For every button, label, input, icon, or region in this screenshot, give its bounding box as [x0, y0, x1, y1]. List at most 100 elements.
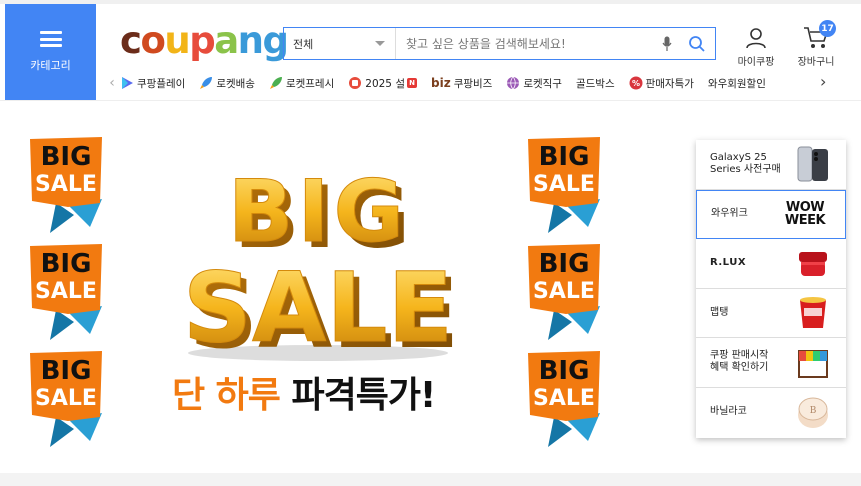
big-sale-badge-art: BIGSALE — [30, 351, 102, 447]
logo-letter: p — [189, 19, 216, 62]
nav-item-coupang-biz[interactable]: biz 쿠팡비즈 — [431, 76, 492, 91]
nav-item-2025-seol[interactable]: 2025 설 N — [348, 76, 417, 91]
badge-sale-text: SALE — [533, 386, 595, 411]
quick-nav: ‹ 쿠팡플레이 로켓배송 로켓프레시 2025 설 N biz 쿠팡비즈 로켓직… — [104, 72, 840, 94]
search-icon[interactable] — [685, 32, 709, 56]
big-sale-badge: BIG SALE — [28, 137, 104, 233]
side-item-wow-week[interactable]: 와우위크 WOW WEEK — [696, 189, 846, 239]
badge-big-text: BIG — [539, 249, 590, 279]
store-thumb — [794, 343, 832, 381]
badge-sale-text: SALE — [35, 386, 97, 411]
play-icon — [120, 76, 134, 90]
biz-icon: biz — [431, 76, 451, 90]
big-sale-badge: BIG SALE — [526, 244, 602, 340]
badge-big-text: BIG — [41, 249, 92, 279]
headline-black: 파격특가! — [291, 375, 436, 416]
logo-letter: c — [120, 19, 142, 62]
nav-item-label: 골드박스 — [575, 77, 615, 90]
banner-headline: 단 하루 파격특가! — [172, 366, 436, 418]
side-item-label: 쿠팡 판매시작 혜택 확인하기 — [710, 349, 769, 374]
logo-letter: a — [214, 19, 239, 62]
logo-letter: u — [164, 19, 190, 62]
headline-orange: 단 하루 — [172, 375, 281, 416]
percent-icon: % — [629, 76, 643, 90]
category-label: 카테고리 — [30, 59, 71, 72]
side-item-banila-co[interactable]: 바닐라코 B — [696, 388, 846, 438]
nav-item-label: 로켓배송 — [216, 77, 255, 90]
side-item-maptang[interactable]: 맵탱 — [696, 289, 846, 338]
side-item-label: 맵탱 — [710, 306, 729, 318]
nav-item-rocket-delivery[interactable]: 로켓배송 — [199, 76, 255, 91]
my-coupang-link[interactable]: 마이쿠팡 — [733, 26, 779, 68]
cushion-compact-thumb: B — [794, 393, 832, 431]
nav-item-rocket-fresh[interactable]: 로켓프레시 — [269, 76, 334, 91]
big-sale-badge: BIG SALE — [28, 351, 104, 447]
big-sale-badge-art: BIGSALE — [528, 244, 600, 340]
side-item-label: R.LUX — [710, 257, 747, 268]
badge-big-text: BIG — [539, 142, 590, 172]
chevron-right-icon[interactable]: › — [820, 72, 826, 91]
top-strip — [0, 0, 861, 4]
cosmetic-jar-thumb — [794, 244, 832, 282]
badge-big-text: BIG — [41, 142, 92, 172]
nav-item-label: 로켓직구 — [523, 77, 562, 90]
nav-item-seller-deals[interactable]: % 판매자특가 — [629, 76, 694, 91]
search-bar: 전체 — [283, 27, 716, 60]
category-menu-button[interactable]: 카테고리 — [5, 4, 96, 100]
nav-item-label: 로켓프레시 — [285, 77, 335, 90]
svg-text:B: B — [810, 406, 817, 416]
big-sale-badge: BIG SALE — [526, 351, 602, 447]
logo-letter: o — [140, 19, 165, 62]
coupang-logo[interactable]: coupang — [120, 19, 289, 62]
user-icon — [746, 28, 766, 49]
fresh-rocket-icon — [269, 76, 283, 90]
new-badge: N — [407, 78, 417, 88]
nav-item-goldbox[interactable]: 골드박스 — [576, 76, 615, 91]
chevron-left-icon[interactable]: ‹ — [104, 75, 120, 91]
nav-item-wow-discount[interactable]: 와우회원할인 — [708, 76, 766, 91]
side-item-label: 와우위크 — [711, 208, 748, 219]
globe-icon — [506, 76, 520, 90]
cart-label: 장바구니 — [797, 57, 835, 68]
big-sale-badge-art: BIGSALE — [30, 244, 102, 340]
big-sale-badge-art: BIGSALE — [528, 351, 600, 447]
badge-sale-text: SALE — [35, 172, 97, 197]
cart-link[interactable]: 17 장바구니 — [793, 20, 839, 68]
badge-big-text: BIG — [539, 356, 590, 386]
logo-letter: n — [237, 19, 264, 62]
side-item-label: GalaxyS 25 Series 사전구매 — [710, 151, 781, 176]
menu-icon — [39, 31, 62, 47]
big-sale-badge: BIG SALE — [28, 244, 104, 340]
hero-bottom-text: SALE — [183, 252, 453, 364]
big-sale-badge-art: BIGSALE — [528, 137, 600, 233]
hero-big-sale-text: BIG BIG SALE SALE — [182, 162, 458, 366]
chevron-down-icon — [375, 41, 385, 46]
wow-week-text: WOW WEEK — [784, 200, 826, 229]
mic-icon[interactable] — [655, 32, 679, 56]
side-item-galaxy-s25[interactable]: GalaxyS 25 Series 사전구매 — [696, 140, 846, 190]
side-item-rlux[interactable]: R.LUX — [696, 239, 846, 289]
wow-week-thumb: WOW WEEK — [779, 195, 831, 233]
phone-thumb — [794, 145, 832, 183]
nav-item-label: 판매자특가 — [645, 77, 694, 90]
svg-text:%: % — [632, 79, 640, 88]
my-coupang-label: 마이쿠팡 — [737, 57, 775, 68]
search-input[interactable] — [396, 28, 655, 59]
side-item-seller-benefit[interactable]: 쿠팡 판매시작 혜택 확인하기 — [696, 338, 846, 388]
nav-item-label: 쿠팡비즈 — [453, 77, 493, 90]
cart-count-badge: 17 — [819, 20, 836, 37]
bottom-strip — [0, 473, 861, 486]
nav-item-label: 와우회원할인 — [707, 77, 766, 90]
nav-item-coupang-play[interactable]: 쿠팡플레이 — [120, 76, 185, 91]
rocket-icon — [199, 76, 213, 90]
search-category-value: 전체 — [293, 37, 314, 51]
nav-item-rocket-jikgu[interactable]: 로켓직구 — [506, 76, 562, 91]
badge-big-text: BIG — [41, 356, 92, 386]
search-category-select[interactable]: 전체 — [284, 28, 396, 59]
badge-sale-text: SALE — [35, 279, 97, 304]
hero-top-text: BIG — [228, 162, 408, 262]
badge-sale-text: SALE — [533, 172, 595, 197]
ramen-cup-thumb — [794, 294, 832, 332]
big-sale-badge: BIG SALE — [526, 137, 602, 233]
nav-item-label: 쿠팡플레이 — [137, 77, 186, 90]
